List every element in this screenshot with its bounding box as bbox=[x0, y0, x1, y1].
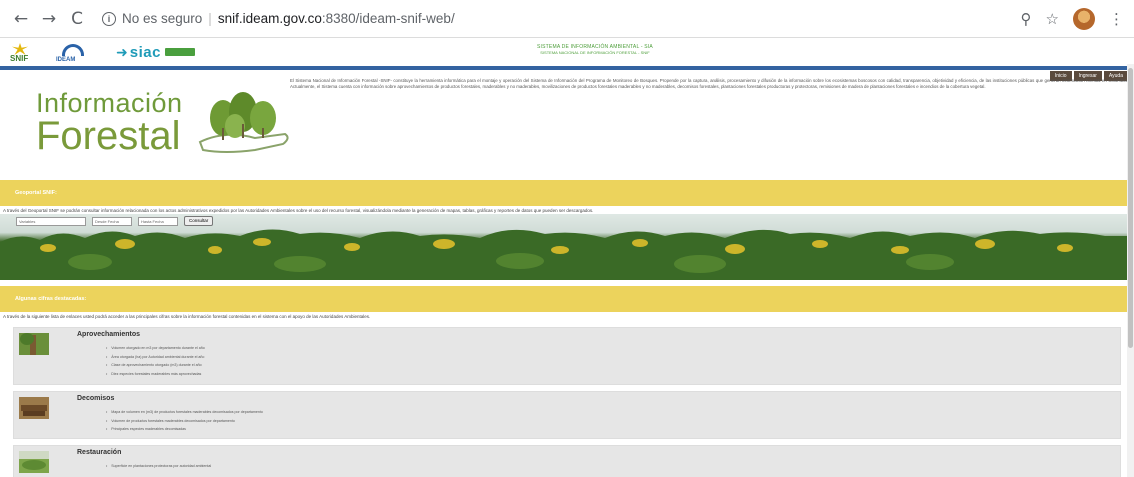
forest-hand-logo-icon bbox=[198, 92, 289, 153]
geoportal-forest-image[interactable]: Variables Desde Fecha Hasta Fecha Consul… bbox=[0, 214, 1134, 280]
figures-description: A través de la siguiente lista de enlace… bbox=[3, 314, 371, 319]
card-aprovechamientos: Aprovechamientos Volumen otorgado en m3 … bbox=[13, 327, 1121, 385]
url-separator: | bbox=[208, 11, 212, 26]
back-arrow-icon[interactable]: ← bbox=[10, 8, 32, 30]
aprovechamientos-thumbnail-icon bbox=[19, 333, 49, 355]
card-restauracion: Restauración Superficie en plantaciones … bbox=[13, 445, 1121, 477]
geoportal-heading: Geoportal SNIF: bbox=[15, 190, 57, 196]
hero-section: Información Forestal El Sistema Nacional… bbox=[0, 70, 1134, 180]
card-title[interactable]: Restauración bbox=[77, 449, 121, 456]
address-bar[interactable]: i No es seguro | snif.ideam.gov.co:8380/… bbox=[102, 6, 455, 32]
scrollbar-thumb[interactable] bbox=[1128, 68, 1133, 348]
siac-logo[interactable]: ➜ siac bbox=[116, 41, 195, 63]
info-icon[interactable]: i bbox=[102, 11, 116, 26]
bookmark-star-icon[interactable]: ☆ bbox=[1046, 10, 1059, 28]
card-link[interactable]: Área otorgada (ha) por Autoridad ambient… bbox=[106, 353, 205, 362]
card-link-list: Volumen otorgado en m3 por departamento … bbox=[106, 344, 205, 378]
profile-avatar-icon[interactable] bbox=[1073, 8, 1095, 30]
card-link-list: Mapa de volumen en (m3) de productos for… bbox=[106, 408, 263, 434]
card-link[interactable]: Clase de aprovechamiento otorgado (m3) d… bbox=[106, 361, 205, 370]
intro-paragraph: El Sistema Nacional de Información Fores… bbox=[290, 78, 1128, 89]
snif-logo-text: SNIF bbox=[10, 54, 29, 63]
ideam-arc-icon bbox=[62, 44, 84, 56]
card-decomisos: Decomisos Mapa de volumen en (m3) de pro… bbox=[13, 391, 1121, 439]
figures-banner: Algunas cifras destacadas: bbox=[0, 286, 1134, 312]
snif-logo[interactable]: SNIF bbox=[8, 41, 48, 63]
siac-logo-text: siac bbox=[129, 43, 161, 61]
site-title: Información Forestal bbox=[36, 88, 183, 158]
card-link[interactable]: Superficie en plantaciones protectoras p… bbox=[106, 462, 211, 471]
card-title[interactable]: Decomisos bbox=[77, 395, 114, 402]
card-link[interactable]: Principales especies maderables decomisa… bbox=[106, 425, 263, 434]
system-title: SISTEMA DE INFORMACIÓN AMBIENTAL - SIA S… bbox=[537, 44, 653, 55]
to-date-input[interactable]: Hasta Fecha bbox=[138, 216, 178, 226]
url-host: snif.ideam.gov.co bbox=[217, 11, 322, 26]
card-title[interactable]: Aprovechamientos bbox=[77, 331, 140, 338]
geoportal-controls: Variables Desde Fecha Hasta Fecha Consul… bbox=[16, 216, 214, 226]
variables-select[interactable]: Variables bbox=[16, 216, 86, 226]
card-link[interactable]: Volumen de productos forestales maderabl… bbox=[106, 417, 263, 426]
consult-button[interactable]: Consultar bbox=[184, 216, 214, 226]
browser-menu-icon[interactable]: ⋮ bbox=[1109, 10, 1124, 28]
reload-icon[interactable]: C bbox=[66, 8, 88, 30]
restauracion-thumbnail-icon bbox=[19, 451, 49, 473]
minambiente-logo bbox=[164, 48, 195, 56]
forward-arrow-icon[interactable]: → bbox=[38, 8, 60, 30]
not-secure-label: No es seguro bbox=[122, 11, 203, 26]
from-date-input[interactable]: Desde Fecha bbox=[92, 216, 132, 226]
siac-arrow-icon: ➜ bbox=[116, 43, 128, 60]
figures-heading: Algunas cifras destacadas: bbox=[15, 296, 87, 302]
logo-bar: SNIF IDEAM ➜ siac bbox=[8, 41, 195, 63]
card-link[interactable]: Volumen otorgado en m3 por departamento … bbox=[106, 344, 205, 353]
browser-actions: ⚲ ☆ ⋮ bbox=[1021, 8, 1124, 30]
geoportal-banner: Geoportal SNIF: bbox=[0, 180, 1134, 206]
decomisos-thumbnail-icon bbox=[19, 397, 49, 419]
browser-toolbar: ← → C i No es seguro | snif.ideam.gov.co… bbox=[0, 0, 1134, 38]
page-scrollbar[interactable] bbox=[1127, 64, 1134, 477]
zoom-icon[interactable]: ⚲ bbox=[1021, 10, 1032, 28]
url-path: :8380/ideam-snif-web/ bbox=[321, 11, 455, 26]
system-title-line2: SISTEMA NACIONAL DE INFORMACIÓN FORESTAL… bbox=[540, 50, 650, 55]
ideam-logo[interactable]: IDEAM bbox=[56, 41, 108, 63]
card-link[interactable]: Diez especies forestales maderables más … bbox=[106, 370, 205, 379]
card-link-list: Superficie en plantaciones protectoras p… bbox=[106, 462, 211, 471]
figures-cards: Aprovechamientos Volumen otorgado en m3 … bbox=[0, 327, 1134, 477]
site-title-line2: Forestal bbox=[36, 114, 181, 158]
site-header: SNIF IDEAM ➜ siac SISTEMA DE INFORMACIÓN… bbox=[0, 38, 1134, 66]
card-link[interactable]: Mapa de volumen en (m3) de productos for… bbox=[106, 408, 263, 417]
ideam-logo-text: IDEAM bbox=[56, 57, 76, 63]
